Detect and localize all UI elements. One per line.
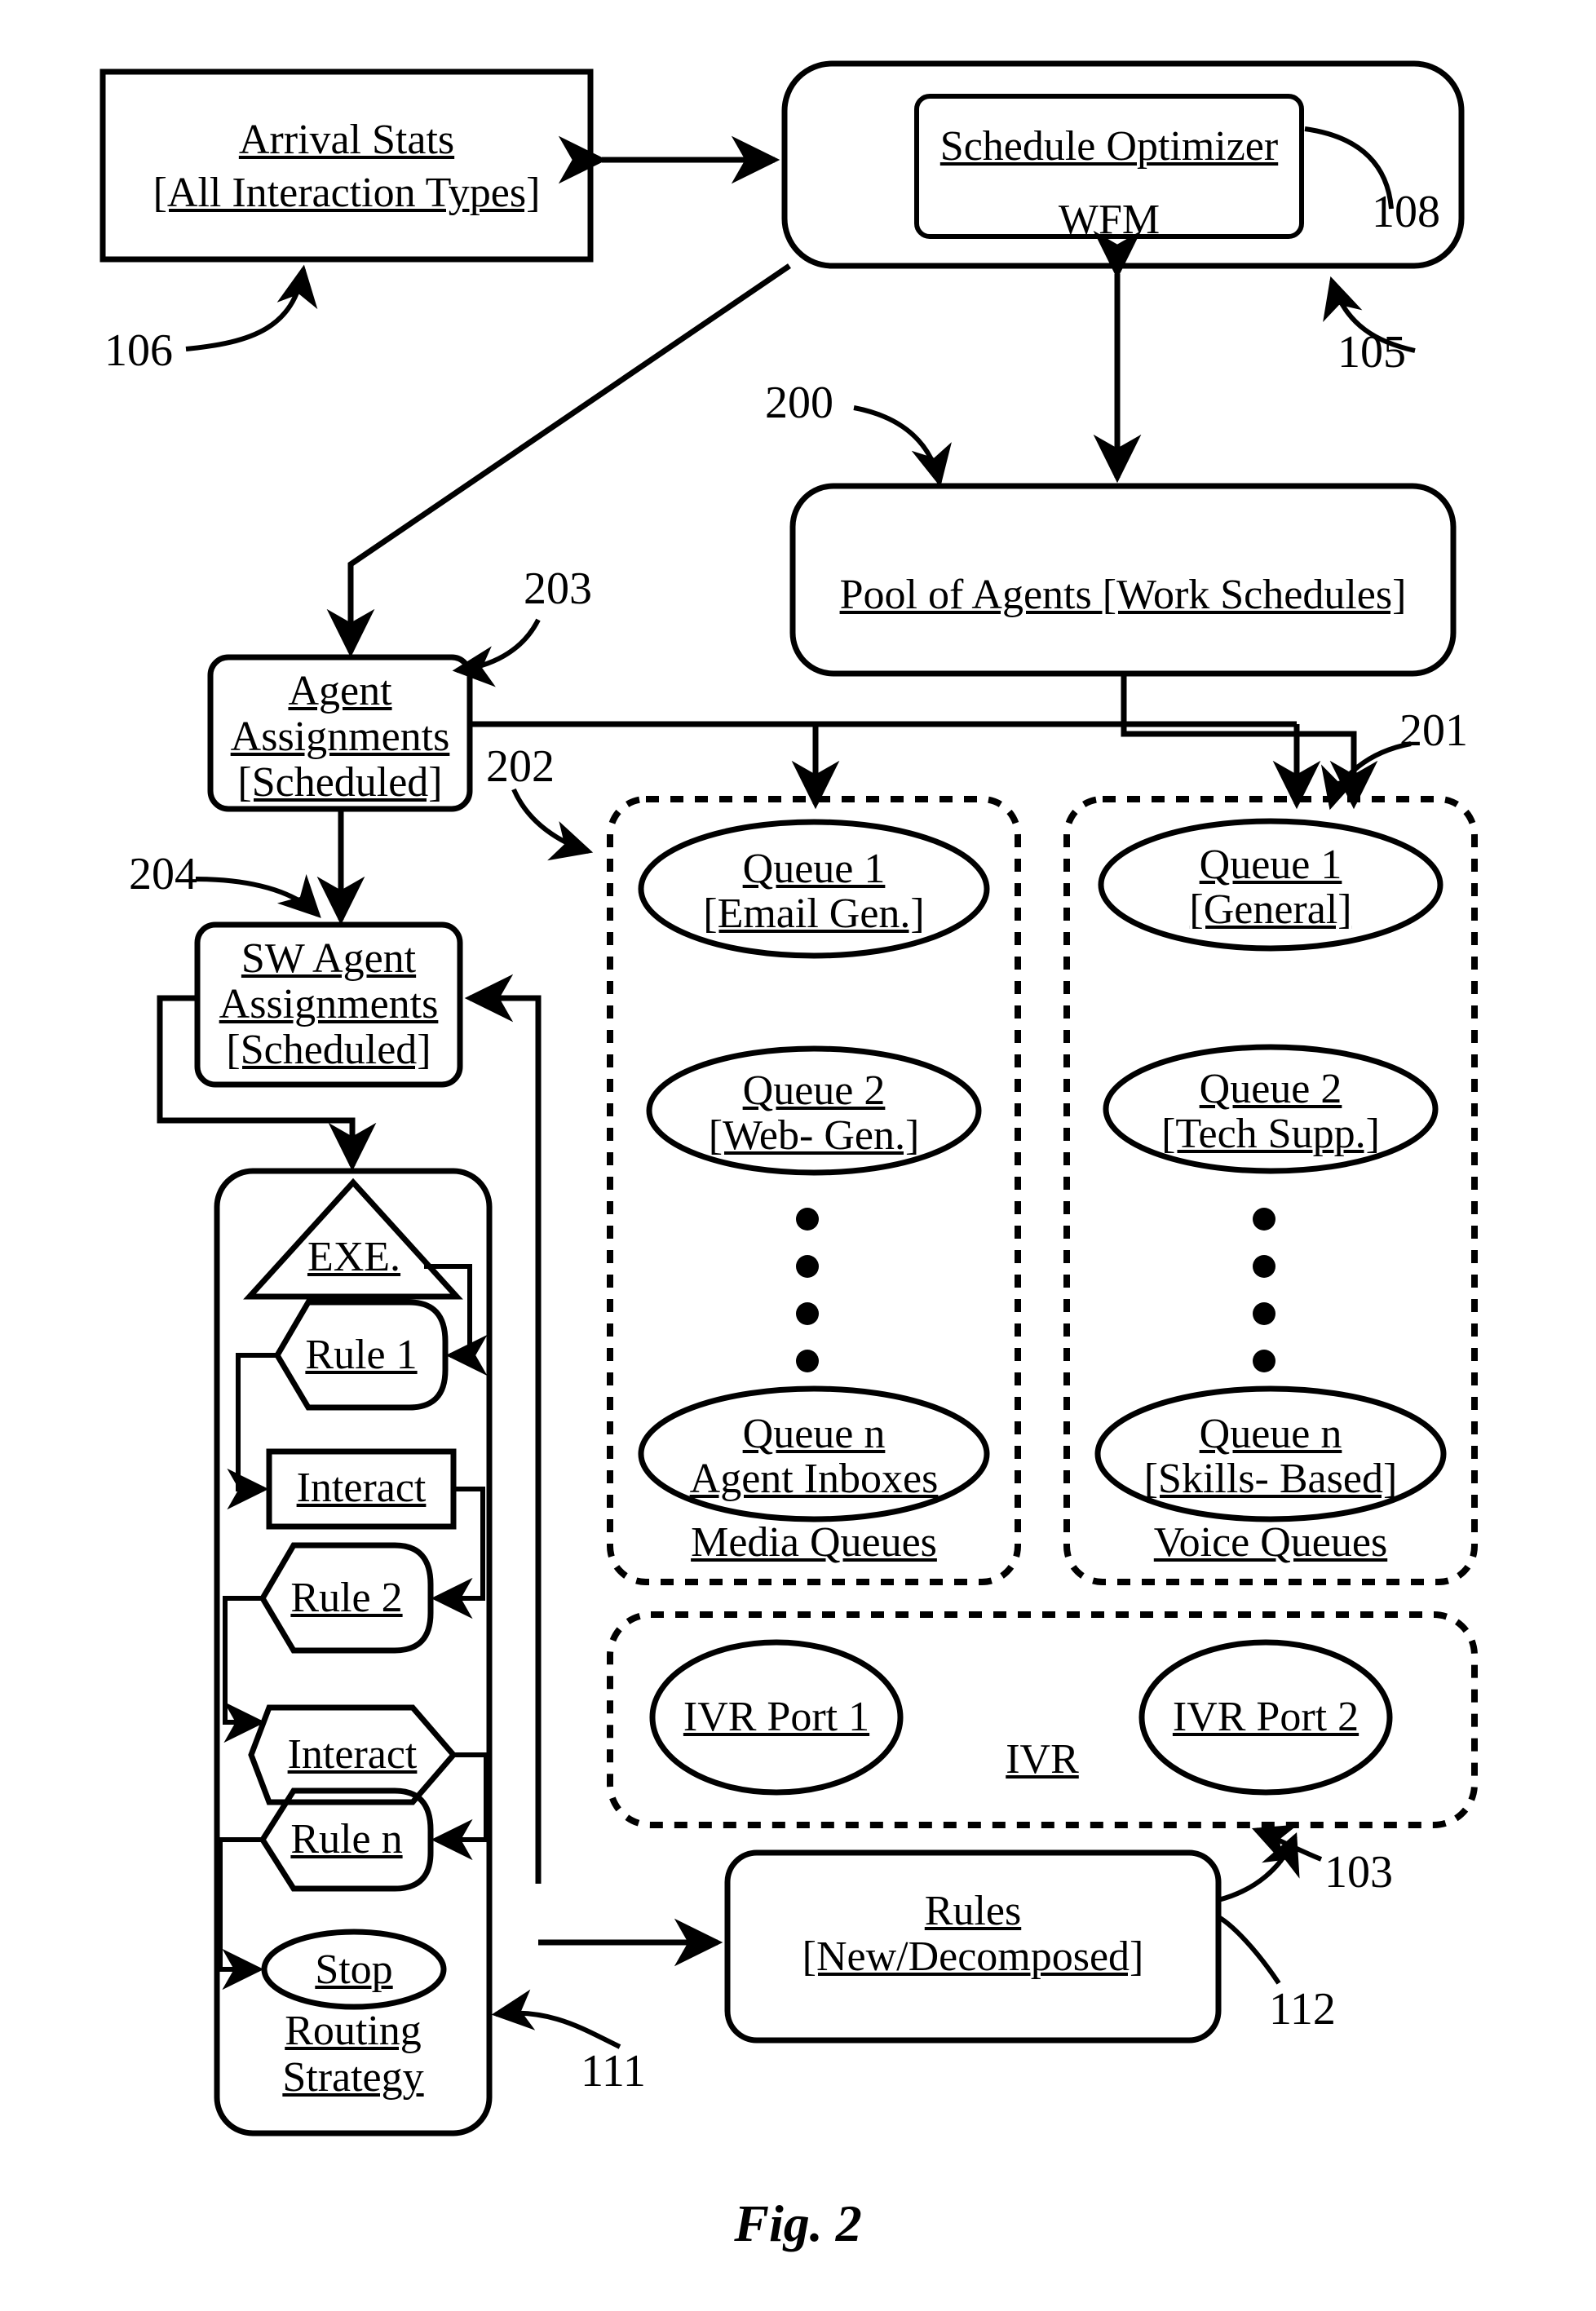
leader-202: [511, 788, 594, 861]
patent-figure-canvas: Arrival Stats [All Interaction Types] Sc…: [0, 0, 1596, 2311]
wfm-label: WFM: [1058, 197, 1161, 243]
schedule-optimizer-label: Schedule Optimizer: [939, 123, 1279, 170]
ref-111: 111: [581, 2046, 646, 2097]
arrow-rule2-to-interact2: [223, 1596, 266, 1743]
ivr-group-label: IVR: [1006, 1736, 1079, 1783]
ref-108: 108: [1372, 187, 1440, 237]
media-queue-2-label: Queue 2 [Web- Gen.]: [708, 1067, 920, 1160]
ref-204: 204: [129, 849, 197, 899]
sw-agent-assignments-label: SW Agent Assignments [Scheduled]: [219, 935, 439, 1074]
pool-of-agents-label: Pool of Agents [Work Schedules]: [839, 572, 1407, 618]
ivr-port-1-label: IVR Port 1: [683, 1694, 870, 1740]
media-queues-group-label: Media Queues: [691, 1519, 937, 1566]
arrival-stats-label: Arrival Stats [All Interaction Types]: [153, 117, 541, 216]
arrow-rules-to-ivr: [1218, 1832, 1300, 1902]
voice-queue-1-label: Queue 1 [General]: [1189, 842, 1352, 934]
voice-ellipsis-dot: [1253, 1302, 1275, 1325]
leader-112: [1218, 1916, 1281, 1985]
media-queue-n-label: Queue n Agent Inboxes: [689, 1411, 939, 1503]
rule-2-label: Rule 2: [290, 1575, 403, 1621]
routing-strategy-group-label: Routing Strategy: [282, 2008, 424, 2101]
ref-203: 203: [524, 563, 592, 614]
leader-111: [491, 1989, 621, 2049]
voice-queues-group-label: Voice Queues: [1153, 1519, 1388, 1566]
voice-queue-2-label: Queue 2 [Tech Supp.]: [1161, 1066, 1380, 1158]
ref-105: 105: [1337, 327, 1406, 378]
voice-ellipsis-dot: [1253, 1255, 1275, 1278]
arrow-feedback-to-sw-agent: [464, 974, 542, 1884]
voice-queue-n-label: Queue n [Skills- Based]: [1143, 1411, 1398, 1503]
leader-204: [195, 873, 321, 918]
arrow-pool-voice-queues: [1121, 674, 1378, 810]
rule-n-label: Rule n: [290, 1816, 403, 1862]
ref-103: 103: [1324, 1847, 1393, 1898]
agent-assignments-label: Agent Assignments [Scheduled]: [230, 668, 450, 806]
stop-label: Stop: [315, 1946, 393, 1993]
ref-106: 106: [104, 325, 173, 376]
voice-ellipsis-dot: [1253, 1350, 1275, 1372]
ref-202: 202: [486, 741, 555, 792]
interact-2-label: Interact: [287, 1731, 418, 1778]
figure-caption: Fig. 2: [734, 2194, 862, 2252]
ref-200: 200: [765, 378, 833, 428]
exe-label: EXE.: [307, 1234, 401, 1280]
rules-label: Rules [New/Decomposed]: [802, 1888, 1144, 1981]
interact-1-label: Interact: [296, 1465, 427, 1511]
media-ellipsis-dot: [796, 1255, 819, 1278]
ref-201: 201: [1399, 705, 1468, 756]
voice-ellipsis-dot: [1253, 1208, 1275, 1231]
leader-106: [185, 264, 318, 351]
leader-203: [452, 618, 541, 687]
media-queue-1-label: Queue 1 [Email Gen.]: [703, 846, 925, 938]
rule-1-label: Rule 1: [305, 1332, 418, 1378]
media-ellipsis-dot: [796, 1350, 819, 1372]
media-ellipsis-dot: [796, 1208, 819, 1231]
media-ellipsis-dot: [796, 1302, 819, 1325]
ref-112: 112: [1269, 1984, 1336, 2035]
arrow-rulen-to-stop: [218, 1837, 264, 1991]
leader-200: [853, 405, 952, 488]
ivr-port-2-label: IVR Port 2: [1172, 1694, 1359, 1740]
